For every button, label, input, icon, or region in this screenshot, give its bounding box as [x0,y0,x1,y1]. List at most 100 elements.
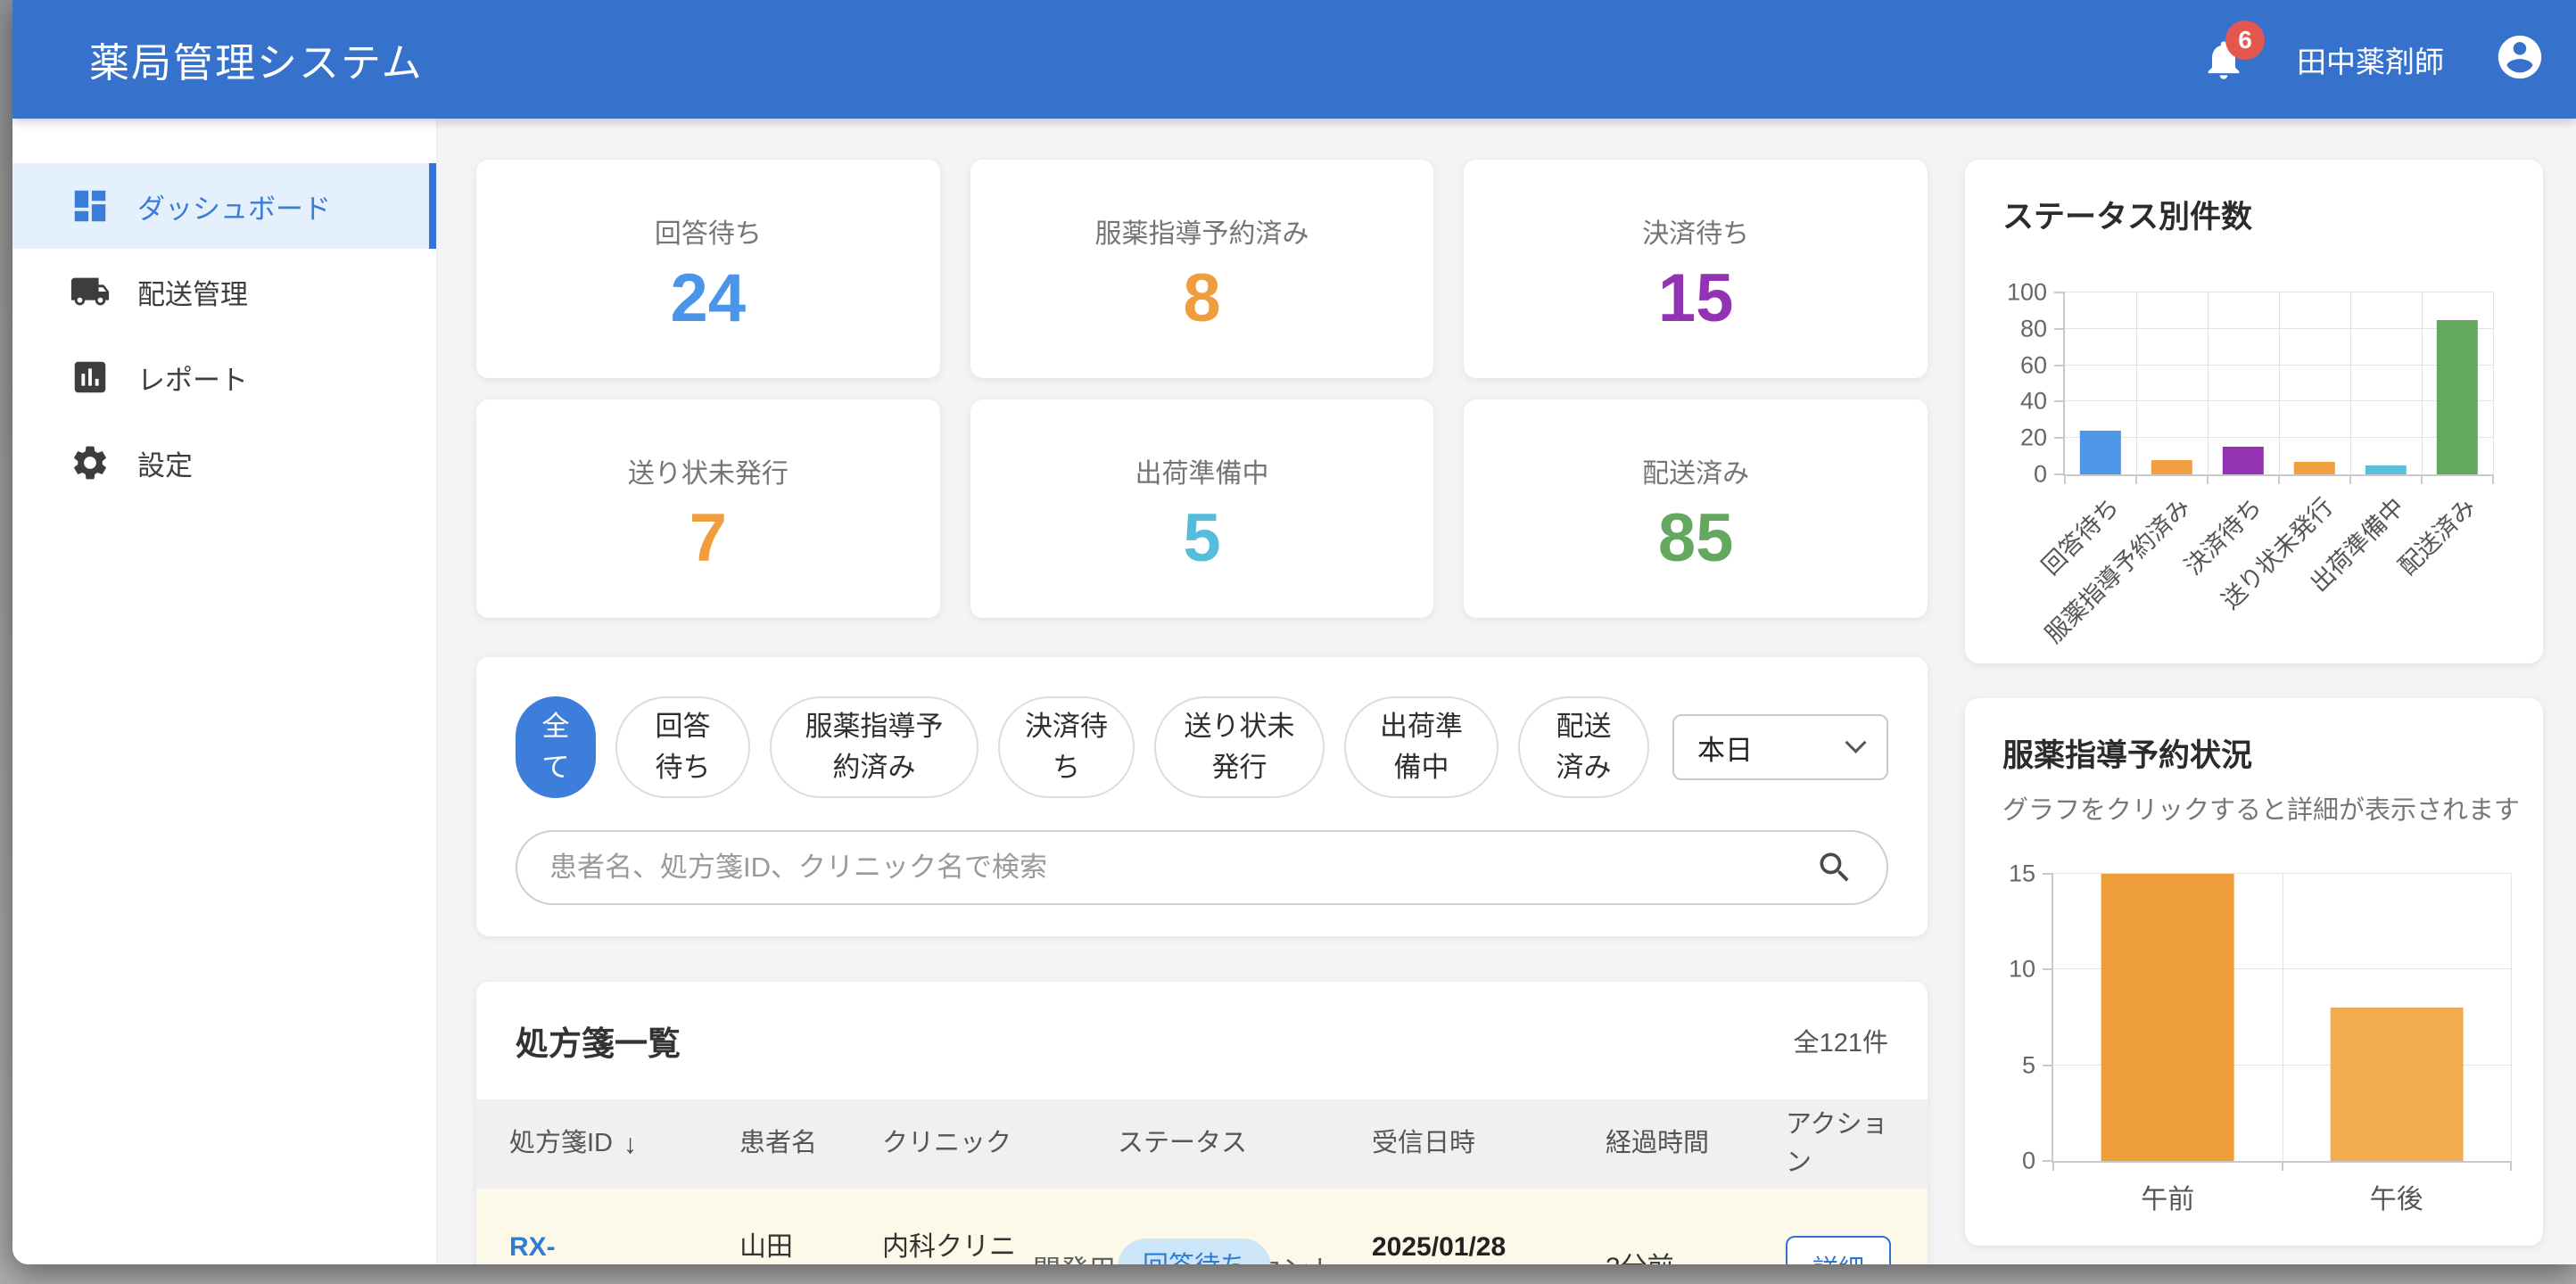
table-title: 処方箋一覧 [516,1017,681,1065]
filter-chip[interactable]: 出荷準備中 [1344,696,1499,798]
user-name: 田中薬剤師 [2297,38,2444,81]
search-input[interactable] [549,852,1815,884]
filter-chip[interactable]: 全て [516,696,596,798]
gridline [2493,292,2494,474]
sort-descending-icon: ↓ [623,1124,637,1165]
settings-icon [70,442,111,483]
bar-服薬指導予約済み[interactable] [2151,460,2192,474]
filter-chip[interactable]: 服薬指導予約済み [770,696,978,798]
filter-chip[interactable]: 配送済み [1518,696,1649,798]
search-bar [516,830,1888,905]
bar-column [2283,874,2512,1161]
y-axis-tick-label: 100 [2007,279,2047,307]
x-axis-tick-mark [2282,1161,2283,1171]
app-bar: 薬局管理システム 6 田中薬剤師 [12,0,2576,119]
bar-回答待ち[interactable] [2080,431,2121,474]
bar-決済待ち[interactable] [2223,447,2264,474]
y-axis-tick-mark [2043,968,2053,970]
x-axis-tick-label: 午後 [2370,1177,2423,1216]
detail-button[interactable]: 詳細 [1786,1236,1891,1264]
guidance-booking-chart-plot: 051015午前午後 [2052,874,2511,1163]
column-header[interactable]: 経過時間 [1606,1124,1786,1164]
y-axis-tick-mark [2054,365,2065,366]
prescription-table-card: 処方箋一覧 全121件 処方箋ID↓患者名クリニックステータス受信日時経過時間ア… [476,982,1928,1264]
bar-column [2053,874,2283,1161]
sidebar-item-label: レポート [137,358,248,398]
status-count-chart-plot: 020406080100回答待ち服薬指導予約済み決済待ち送り状未発行出荷準備中配… [2063,292,2493,476]
period-select[interactable]: 本日 [1672,714,1888,780]
x-axis-tick-mark [2064,474,2066,484]
filter-chip[interactable]: 送り状未発行 [1154,696,1325,798]
guidance-booking-chart-card: 服薬指導予約状況 グラフをクリックすると詳細が表示されます 051015午前午後 [1965,698,2543,1246]
chevron-down-icon [1845,731,1866,753]
chart-subtitle: グラフをクリックすると詳細が表示されます [2002,789,2520,827]
bar-column [2065,292,2136,474]
filter-chip[interactable]: 回答待ち [615,696,750,798]
sidebar-item-dashboard[interactable]: ダッシュボード [12,163,436,249]
x-axis-tick-mark [2278,474,2280,484]
bar-series [2065,292,2493,474]
sidebar-item-truck[interactable]: 配送管理 [12,249,436,334]
stat-label: 服薬指導予約済み [1094,211,1309,251]
column-header[interactable]: アクション [1786,1106,1928,1183]
x-axis-tick-mark [2207,474,2209,484]
stat-card: 送り状未発行 7 [476,399,940,618]
stat-cards: 回答待ち24服薬指導予約済み8決済待ち15送り状未発行7出荷準備中5配送済み85 [476,160,1928,618]
main-content: 回答待ち24服薬指導予約済み8決済待ち15送り状未発行7出荷準備中5配送済み85… [437,119,2576,1264]
account-button[interactable] [2494,31,2546,87]
y-axis-tick-label: 15 [2009,860,2035,888]
column-header[interactable]: 処方箋ID↓ [509,1124,739,1165]
elapsed-time-cell: 3分前 [1606,1247,1786,1265]
column-header[interactable]: 受信日時 [1372,1124,1606,1164]
bar-配送済み[interactable] [2437,320,2478,474]
y-axis-tick-label: 80 [2020,315,2047,342]
app-bar-actions: 6 田中薬剤師 [2200,31,2546,87]
y-axis-tick-label: 60 [2020,351,2047,379]
stat-label: 配送済み [1642,451,1749,490]
bar-出荷準備中[interactable] [2365,465,2407,474]
column-header-label: クリニック [882,1124,1011,1164]
stat-card: 回答待ち24 [476,160,940,378]
table-row[interactable]: 開発用テストアカウント RX-2025012801 山田太郎 内科クリニック 回… [476,1189,1928,1264]
stat-label: 回答待ち [655,211,762,251]
stat-value: 7 [689,505,727,572]
stat-label: 決済待ち [1642,211,1749,251]
search-icon[interactable] [1815,848,1854,887]
stat-label: 出荷準備中 [1135,451,1268,490]
stat-value: 5 [1183,505,1220,572]
bar-column [2279,292,2350,474]
column-header-label: 受信日時 [1372,1124,1475,1164]
status-filter-chips: 全て回答待ち服薬指導予約済み決済待ち送り状未発行出荷準備中配送済み [516,696,1649,798]
patient-name-cell: 山田太郎 [739,1227,829,1264]
prescription-id-link[interactable]: RX-2025012801 [509,1227,698,1264]
column-header-label: ステータス [1118,1124,1247,1164]
y-axis-tick-label: 40 [2020,388,2047,416]
column-header[interactable]: ステータス [1118,1124,1372,1164]
bar-送り状未発行[interactable] [2294,462,2335,474]
column-header-label: 処方箋ID [509,1124,613,1164]
bar-午後[interactable] [2330,1008,2463,1161]
bar-series [2053,874,2511,1161]
gridline [2511,874,2512,1161]
sidebar-item-settings[interactable]: 設定 [12,420,436,506]
stat-card: 決済待ち15 [1464,160,1928,378]
y-axis-tick-mark [2054,437,2065,439]
filter-chip[interactable]: 決済待ち [998,696,1135,798]
status-badge: 回答待ち [1118,1239,1271,1264]
y-axis-tick-mark [2054,292,2065,293]
bar-午前[interactable] [2101,874,2234,1161]
received-datetime-cell: 2025/01/28 15:42 [1372,1227,1525,1264]
stat-label: 送り状未発行 [628,451,788,490]
sidebar-item-report[interactable]: レポート [12,334,436,420]
bar-column [2350,292,2422,474]
y-axis-tick-label: 5 [2022,1051,2035,1079]
column-header[interactable]: クリニック [882,1124,1118,1164]
table-header-bar: 処方箋一覧 全121件 [476,982,1928,1099]
filter-panel: 全て回答待ち服薬指導予約済み決済待ち送り状未発行出荷準備中配送済み 本日 [476,657,1928,936]
x-axis-tick-mark [2492,474,2494,484]
notifications-button[interactable]: 6 [2200,35,2247,85]
column-header[interactable]: 患者名 [739,1124,882,1164]
bar-column [2208,292,2279,474]
bar-column [2136,292,2208,474]
app-title: 薬局管理システム [89,30,424,88]
